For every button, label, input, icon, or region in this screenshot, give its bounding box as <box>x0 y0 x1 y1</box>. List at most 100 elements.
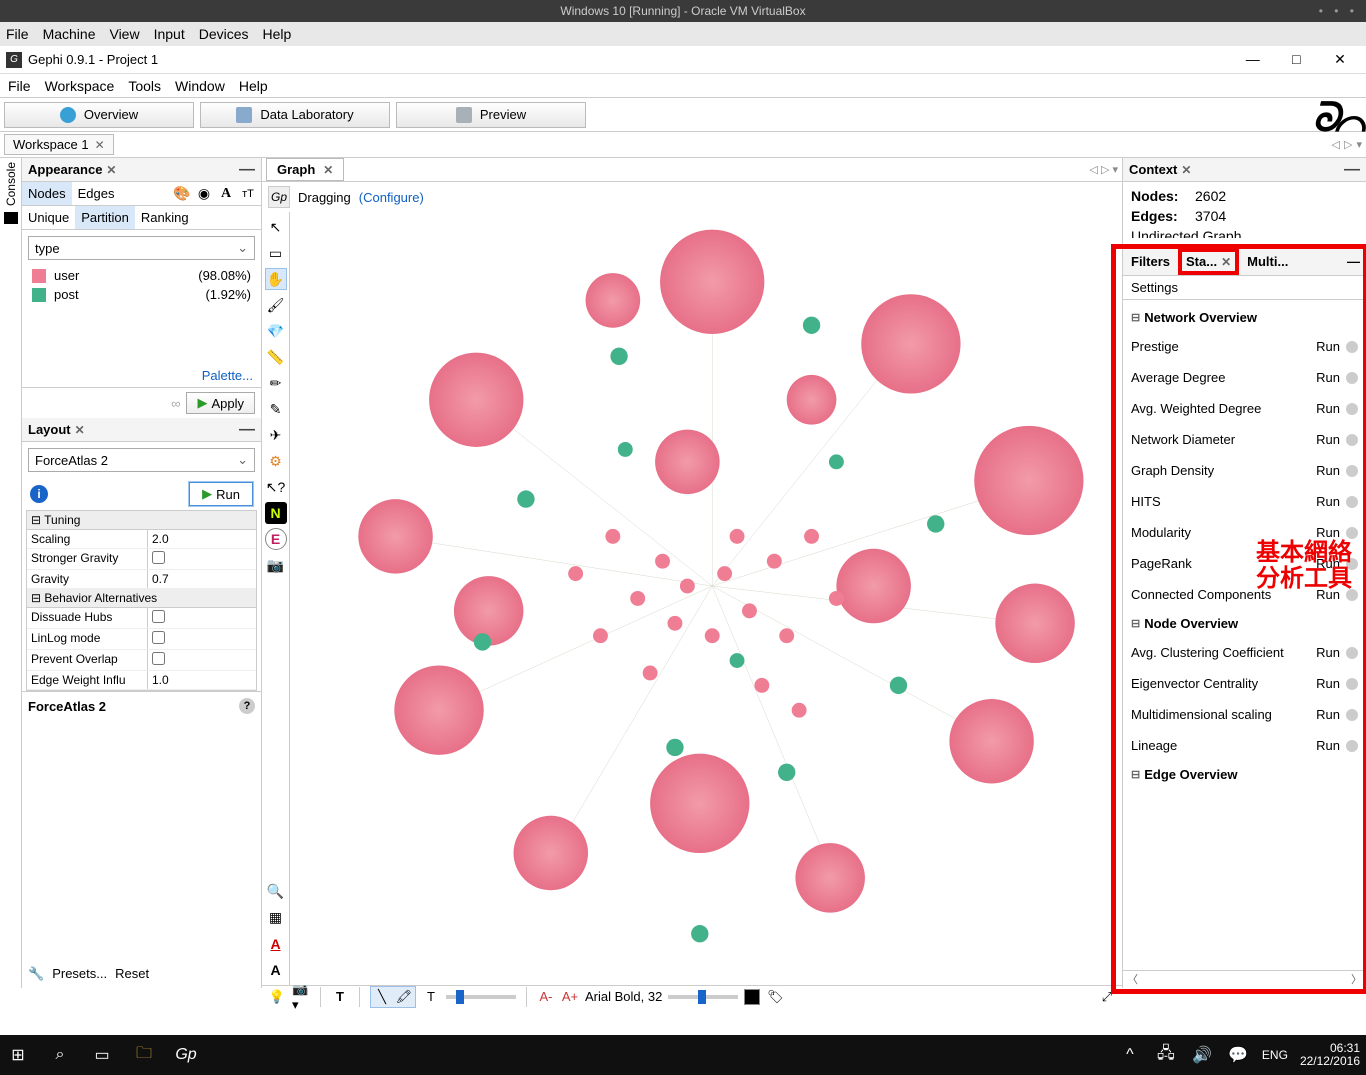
close-icon[interactable]: ✕ <box>75 423 85 437</box>
workspace-tab[interactable]: Workspace 1✕ <box>4 134 114 155</box>
vb-menu-machine[interactable]: Machine <box>43 26 96 42</box>
vb-menu-file[interactable]: File <box>6 26 29 42</box>
stronger-gravity-checkbox[interactable] <box>152 551 165 564</box>
menu-help[interactable]: Help <box>239 78 268 94</box>
reset-link[interactable]: Reset <box>115 966 149 982</box>
label-color-swatch[interactable] <box>744 989 760 1005</box>
apply-button[interactable]: ▶Apply <box>186 392 255 414</box>
label-size-icon[interactable]: тT <box>239 185 257 203</box>
diamond-tool[interactable]: 💎 <box>265 320 287 342</box>
file-explorer-icon[interactable]: 🗀 <box>132 1043 156 1067</box>
n-tool[interactable]: N <box>265 502 287 524</box>
vb-menu-devices[interactable]: Devices <box>199 26 249 42</box>
maximize-button[interactable]: □ <box>1276 51 1316 67</box>
unique-tab[interactable]: Unique <box>22 206 75 229</box>
partition-row-post[interactable]: post (1.92%) <box>22 285 261 304</box>
menu-tools[interactable]: Tools <box>128 78 161 94</box>
link-icon[interactable]: ∞ <box>171 396 180 411</box>
ranking-tab[interactable]: Ranking <box>135 206 195 229</box>
prevent-overlap-checkbox[interactable] <box>152 652 165 665</box>
label-color-icon[interactable]: A <box>217 185 235 203</box>
layout-run-button[interactable]: ▶Run <box>189 482 253 506</box>
language-indicator[interactable]: ENG <box>1262 1048 1288 1062</box>
virtualbox-window-controls[interactable]: • • • <box>1319 4 1358 18</box>
tab-next-icon[interactable]: ▷ <box>1344 138 1352 151</box>
vb-menu-help[interactable]: Help <box>263 26 292 42</box>
screenshot-icon[interactable]: 📷▾ <box>292 988 310 1006</box>
partition-attribute-select[interactable]: type <box>28 236 255 260</box>
scaling-field[interactable]: 2.0 <box>147 530 256 548</box>
minimize-panel-icon[interactable]: — <box>239 161 255 179</box>
start-button[interactable]: ⊞ <box>6 1043 30 1067</box>
e-tool[interactable]: E <box>265 528 287 550</box>
camera-icon[interactable]: 📷 <box>265 554 287 576</box>
dissuade-hubs-checkbox[interactable] <box>152 610 165 623</box>
edge-weight-toggle[interactable]: T <box>422 988 440 1006</box>
label-toggle-icon[interactable]: T <box>331 988 349 1006</box>
pencil-tool[interactable]: ✏ <box>265 372 287 394</box>
tuning-group[interactable]: ⊟ Tuning <box>27 511 256 530</box>
label-size-slider[interactable] <box>668 995 738 999</box>
text-color-tool[interactable]: A <box>265 933 287 955</box>
close-icon[interactable]: ✕ <box>95 138 105 152</box>
size-icon[interactable]: ◉ <box>195 185 213 203</box>
airplane-tool[interactable]: ✈ <box>265 424 287 446</box>
linlog-checkbox[interactable] <box>152 631 165 644</box>
palette-link[interactable]: Palette... <box>202 368 253 383</box>
edge-display-group[interactable]: ╲ 🖍 <box>370 986 416 1008</box>
font-label[interactable]: Arial Bold, 32 <box>585 989 662 1004</box>
task-view-icon[interactable]: ▭ <box>90 1043 114 1067</box>
pointer-tool[interactable]: ↖ <box>265 216 287 238</box>
wrench-icon[interactable]: 🔧 <box>28 966 44 982</box>
configure-link[interactable]: (Configure) <box>359 190 424 205</box>
menu-window[interactable]: Window <box>175 78 225 94</box>
console-gutter[interactable]: Console <box>0 158 22 988</box>
attributes-icon[interactable]: 🏷 <box>766 988 784 1006</box>
overview-mode-button[interactable]: Overview <box>4 102 194 128</box>
graph-canvas[interactable] <box>290 212 1122 985</box>
color-icon[interactable]: 🎨 <box>173 185 191 203</box>
tab-next-icon[interactable]: ▷ <box>1101 164 1109 176</box>
partition-tab[interactable]: Partition <box>75 206 135 229</box>
edges-tab[interactable]: Edges <box>72 182 121 205</box>
close-icon[interactable]: ✕ <box>323 163 333 177</box>
close-icon[interactable]: ✕ <box>106 163 116 177</box>
gephi-taskbar-icon[interactable]: Gp <box>174 1043 198 1067</box>
menu-file[interactable]: File <box>8 78 31 94</box>
minimize-panel-icon[interactable]: — <box>1344 161 1360 179</box>
edge-color-icon[interactable]: 🖍 <box>393 987 415 1007</box>
brush-tool[interactable]: 🖌 <box>265 294 287 316</box>
nodes-tab[interactable]: Nodes <box>22 182 72 205</box>
edge-thickness-slider[interactable] <box>446 995 516 999</box>
edge-weight-field[interactable]: 1.0 <box>147 671 256 689</box>
drag-tool[interactable]: ✋ <box>265 268 287 290</box>
presets-link[interactable]: Presets... <box>52 966 107 982</box>
vb-menu-input[interactable]: Input <box>154 26 185 42</box>
behavior-group[interactable]: ⊟ Behavior Alternatives <box>27 589 256 608</box>
rectangle-select-tool[interactable]: ▭ <box>265 242 287 264</box>
tab-menu-icon[interactable]: ▾ <box>1356 138 1362 151</box>
edge-line-icon[interactable]: ╲ <box>371 987 393 1007</box>
partition-row-user[interactable]: user (98.08%) <box>22 266 261 285</box>
help-pointer-tool[interactable]: ↖? <box>265 476 287 498</box>
minimize-panel-icon[interactable]: — <box>239 421 255 439</box>
tab-menu-icon[interactable]: ▾ <box>1112 164 1118 176</box>
font-smaller-icon[interactable]: A- <box>537 988 555 1006</box>
help-icon[interactable]: ? <box>239 698 255 714</box>
network-icon[interactable]: 🖧 <box>1154 1043 1178 1067</box>
info-icon[interactable]: i <box>30 485 48 503</box>
layout-algorithm-select[interactable]: ForceAtlas 2 <box>28 448 255 472</box>
zoom-tool[interactable]: 🔍 <box>265 881 287 903</box>
data-laboratory-mode-button[interactable]: Data Laboratory <box>200 102 390 128</box>
gravity-field[interactable]: 0.7 <box>147 570 256 588</box>
vb-menu-view[interactable]: View <box>109 26 139 42</box>
search-icon[interactable]: ⌕ <box>48 1043 72 1067</box>
tab-prev-icon[interactable]: ◁ <box>1089 164 1097 176</box>
tray-chevron-icon[interactable]: ^ <box>1118 1043 1142 1067</box>
close-button[interactable]: ✕ <box>1320 51 1360 68</box>
edge-pencil-tool[interactable]: ✎ <box>265 398 287 420</box>
gear-icon[interactable]: ⚙ <box>265 450 287 472</box>
close-icon[interactable]: ✕ <box>1181 163 1191 177</box>
font-larger-icon[interactable]: A+ <box>561 988 579 1006</box>
graph-tab[interactable]: Graph✕ <box>266 158 344 181</box>
